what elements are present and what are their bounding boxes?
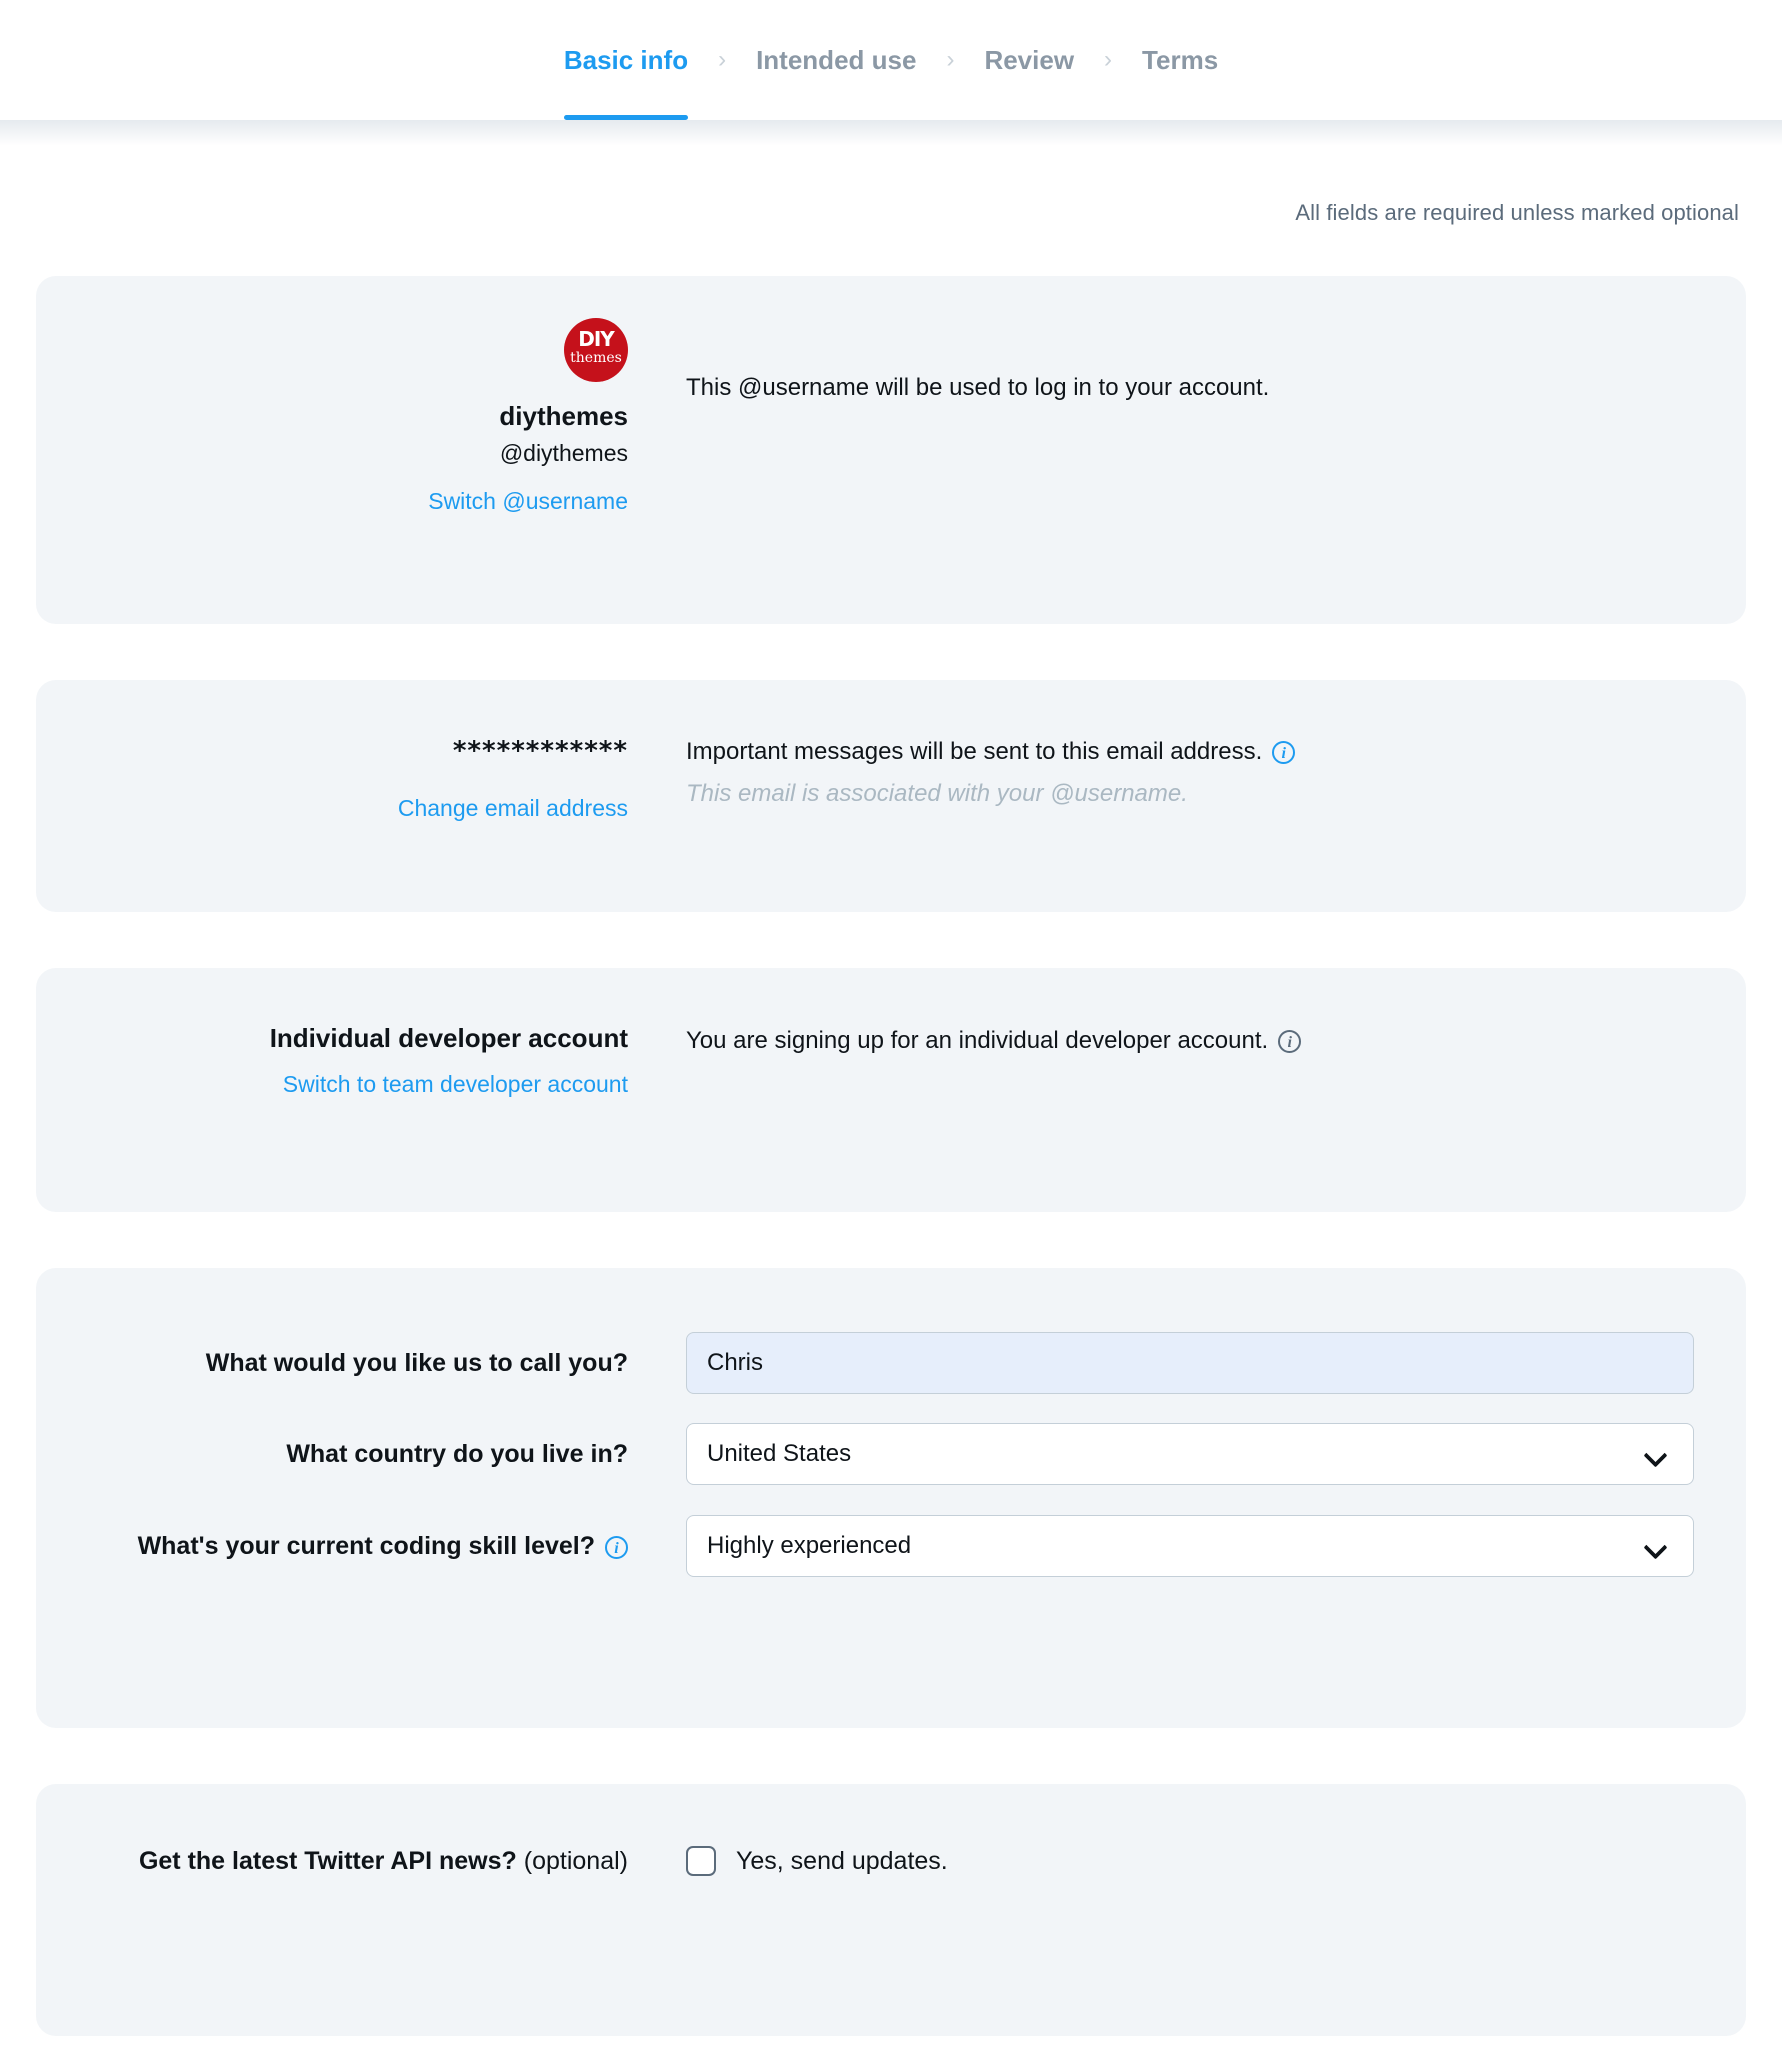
avatar-logo-bottom-text: themes	[570, 350, 622, 366]
skill-level-label: What's your current coding skill level? i	[36, 1531, 628, 1561]
username-card-right: This @username will be used to log in to…	[628, 276, 1746, 404]
newsletter-card: Get the latest Twitter API news? (option…	[36, 1784, 1746, 2036]
step-label: Terms	[1142, 44, 1219, 75]
email-card-left: ************ Change email address	[36, 736, 628, 822]
email-description-text: Important messages will be sent to this …	[686, 738, 1263, 765]
info-icon[interactable]: i	[1278, 1030, 1302, 1053]
country-label: What country do you live in?	[286, 1440, 628, 1468]
switch-team-account-link[interactable]: Switch to team developer account	[283, 1070, 628, 1098]
call-you-input[interactable]	[686, 1332, 1694, 1394]
masked-email: ************	[452, 736, 628, 766]
newsletter-checkbox-label: Yes, send updates.	[736, 1847, 948, 1875]
newsletter-control: Yes, send updates.	[628, 1846, 1746, 1876]
step-list: Basic info › Intended use › Review › Ter…	[563, 0, 1218, 120]
change-email-link[interactable]: Change email address	[398, 794, 628, 822]
account-type-card-left: Individual developer account Switch to t…	[36, 1022, 628, 1098]
chevron-right-icon: ›	[718, 46, 727, 73]
account-type-description-text: You are signing up for an individual dev…	[686, 1027, 1269, 1054]
form-row-country: What country do you live in? United Stat…	[36, 1394, 1746, 1485]
chevron-down-icon	[1645, 1443, 1667, 1465]
newsletter-checkbox[interactable]	[686, 1846, 716, 1876]
switch-username-link[interactable]: Switch @username	[428, 487, 628, 515]
chevron-right-icon: ›	[1104, 46, 1113, 73]
email-description: Important messages will be sent to this …	[686, 736, 1746, 768]
newsletter-label: Get the latest Twitter API news? (option…	[36, 1846, 628, 1876]
country-select[interactable]: United States	[686, 1423, 1694, 1485]
email-card: ************ Change email address Import…	[36, 680, 1746, 912]
step-label: Review	[984, 44, 1075, 75]
step-basic-info[interactable]: Basic info	[563, 0, 689, 120]
newsletter-checkbox-line[interactable]: Yes, send updates.	[686, 1846, 1694, 1876]
account-type-description: You are signing up for an individual dev…	[686, 1025, 1746, 1057]
username-handle: @diythemes	[499, 440, 628, 466]
step-navigation: Basic info › Intended use › Review › Ter…	[0, 0, 1782, 146]
newsletter-optional-suffix: (optional)	[523, 1847, 628, 1875]
account-type-card-right: You are signing up for an individual dev…	[628, 1022, 1746, 1057]
call-you-control	[628, 1332, 1746, 1394]
profile-form-card: What would you like us to call you? What…	[36, 1268, 1746, 1728]
username-card-left: DIY themes diythemes @diythemes Switch @…	[36, 276, 628, 515]
skill-level-label-text: What's your current coding skill level?	[137, 1532, 595, 1560]
account-type-card: Individual developer account Switch to t…	[36, 968, 1746, 1212]
avatar: DIY themes	[564, 318, 628, 382]
step-label: Basic info	[563, 44, 689, 75]
skill-level-selected-value: Highly experienced	[707, 1532, 912, 1559]
step-label: Intended use	[756, 44, 917, 75]
newsletter-label-text: Get the latest Twitter API news?	[138, 1847, 517, 1875]
avatar-logo-top-text: DIY	[578, 327, 615, 351]
username-description: This @username will be used to log in to…	[686, 374, 1270, 401]
newsletter-row: Get the latest Twitter API news? (option…	[36, 1784, 1746, 1876]
required-fields-note: All fields are required unless marked op…	[1295, 200, 1739, 225]
skill-level-select[interactable]: Highly experienced	[686, 1515, 1694, 1577]
step-review[interactable]: Review	[984, 0, 1074, 120]
form-row-skill-level: What's your current coding skill level? i…	[36, 1485, 1746, 1577]
step-terms[interactable]: Terms	[1142, 0, 1218, 120]
skill-level-control: Highly experienced	[628, 1515, 1746, 1577]
country-selected-value: United States	[707, 1440, 852, 1467]
step-intended-use[interactable]: Intended use	[756, 0, 916, 120]
info-icon[interactable]: i	[1272, 741, 1296, 764]
email-card-right: Important messages will be sent to this …	[628, 736, 1746, 810]
country-control: United States	[628, 1423, 1746, 1485]
chevron-right-icon: ›	[946, 46, 955, 73]
email-note: This email is associated with your @user…	[686, 780, 1188, 807]
call-you-label: What would you like us to call you?	[205, 1349, 628, 1377]
chevron-down-icon	[1645, 1535, 1667, 1557]
form-row-call-you: What would you like us to call you?	[36, 1268, 1746, 1394]
account-type-label: Individual developer account	[269, 1023, 628, 1053]
username-card: DIY themes diythemes @diythemes Switch @…	[36, 276, 1746, 624]
signup-form-page: All fields are required unless marked op…	[0, 120, 1782, 2036]
info-icon[interactable]: i	[605, 1536, 628, 1559]
avatar-wrapper: DIY themes	[36, 276, 628, 382]
display-name: diythemes	[499, 401, 628, 431]
